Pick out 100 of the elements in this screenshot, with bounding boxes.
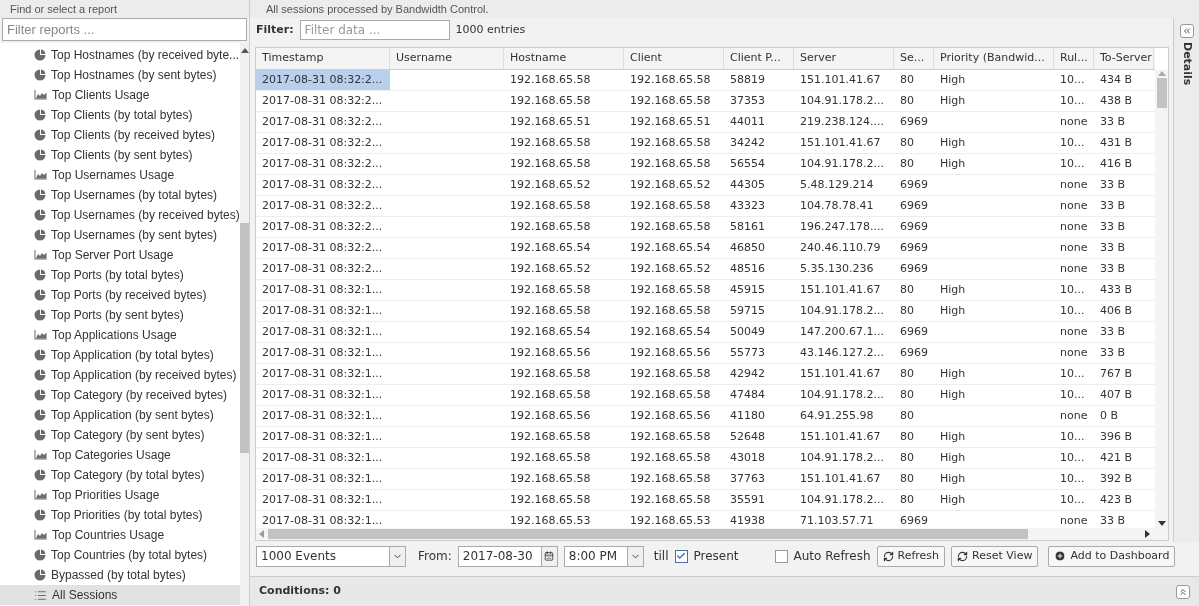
checkbox[interactable] — [674, 549, 688, 563]
column-header[interactable]: Se... — [894, 48, 934, 69]
table-cell-text: 192.168.65.56 — [509, 344, 592, 361]
scrollbar-thumb[interactable] — [1156, 78, 1167, 108]
table-cell-text: High — [939, 71, 967, 88]
column-header[interactable]: Rul... — [1054, 48, 1094, 69]
table-cell-text: 34242 — [729, 134, 766, 151]
report-item[interactable]: Top Countries (by total bytes) — [0, 545, 240, 565]
report-item[interactable]: Top Hostnames (by received byte... — [0, 45, 240, 65]
table-cell-text: 219.238.124.... — [799, 113, 885, 130]
report-item[interactable]: Top Usernames Usage — [0, 165, 240, 185]
scrollbar-thumb[interactable] — [239, 223, 249, 453]
table-cell-text: High — [939, 281, 967, 298]
report-item[interactable]: Top Category (by total bytes) — [0, 465, 240, 485]
filter-data-field[interactable]: Filter data ... — [299, 20, 450, 40]
table-cell-text: 192.168.65.58 — [629, 302, 712, 319]
table-cell-text: High — [939, 92, 967, 109]
table-cell-text: 42942 — [729, 365, 766, 382]
table-cell-text: 0 B — [1099, 407, 1120, 424]
column-header[interactable]: To-Server — [1094, 48, 1154, 69]
table-cell-text: High — [939, 470, 967, 487]
report-item[interactable]: Top Clients Usage — [0, 85, 240, 105]
scrollbar[interactable] — [239, 43, 249, 606]
table-cell-text: 240.46.110.79 — [799, 239, 882, 256]
table-cell-text: 192.168.65.54 — [629, 323, 712, 340]
table-cell-text: 2017-08-31 08:32:2... — [261, 176, 384, 193]
table-cell-text: 10... — [1059, 491, 1086, 508]
scrollbar-thumb[interactable] — [268, 529, 1028, 539]
report-item[interactable]: Top Hostnames (by sent bytes) — [0, 65, 240, 85]
table-cell-text: 33 B — [1099, 344, 1127, 361]
pie-chart-icon — [34, 569, 46, 581]
column-header[interactable]: Hostname — [504, 48, 624, 69]
table-cell-text: 423 B — [1099, 491, 1134, 508]
table-cell-text: 2017-08-31 08:32:1... — [261, 512, 384, 528]
report-item[interactable]: Top Usernames (by sent bytes) — [0, 225, 240, 245]
table-cell-text: 80 — [899, 155, 915, 172]
table-cell-text: 10... — [1059, 365, 1086, 382]
report-item[interactable]: Bypassed (by total bytes) — [0, 565, 240, 585]
report-item[interactable]: Top Clients (by sent bytes) — [0, 145, 240, 165]
report-item[interactable]: Top Countries Usage — [0, 525, 240, 545]
column-header[interactable]: Timestamp — [256, 48, 390, 69]
report-item[interactable]: Top Category (by received bytes) — [0, 385, 240, 405]
report-item[interactable]: Top Clients (by received bytes) — [0, 125, 240, 145]
report-item[interactable]: Top Priorities Usage — [0, 485, 240, 505]
table-cell-text: 6969 — [899, 344, 929, 361]
area-chart-icon — [34, 170, 47, 180]
filter-reports-field[interactable]: Filter reports ... — [2, 18, 247, 41]
report-item[interactable]: Top Application (by total bytes) — [0, 345, 240, 365]
table-cell-text: 33 B — [1099, 323, 1127, 340]
table-cell-text: 2017-08-31 08:32:2... — [261, 197, 384, 214]
table-cell-text: 192.168.65.58 — [629, 491, 712, 508]
report-item[interactable]: Top Application (by sent bytes) — [0, 405, 240, 425]
toolbar-button[interactable]: Refresh — [876, 545, 946, 567]
column-header[interactable]: Client P... — [724, 48, 794, 69]
scrollbar[interactable] — [256, 528, 1168, 540]
table-cell-text: 80 — [899, 134, 915, 151]
column-header[interactable]: Priority (Bandwid... — [934, 48, 1054, 69]
table-cell-text: 151.101.41.67 — [799, 281, 882, 298]
events-dropdown[interactable]: 1000 Events — [256, 545, 406, 567]
report-item[interactable]: Top Usernames (by total bytes) — [0, 185, 240, 205]
report-item[interactable]: All Sessions — [0, 585, 240, 605]
report-item[interactable]: Top Ports (by received bytes) — [0, 285, 240, 305]
table-cell-text: 2017-08-31 08:32:2... — [261, 134, 384, 151]
expand-button[interactable] — [1176, 584, 1190, 599]
table-cell-text: 192.168.65.58 — [509, 386, 592, 403]
report-item[interactable]: Top Server Port Usage — [0, 245, 240, 265]
report-item[interactable]: Top Categories Usage — [0, 445, 240, 465]
scrollbar[interactable] — [1155, 70, 1168, 528]
report-item[interactable]: Top Applications Usage — [0, 325, 240, 345]
table-cell-text: High — [939, 134, 967, 151]
collapse-button[interactable] — [1179, 24, 1194, 38]
toolbar-button[interactable]: Add to Dashboard — [1048, 545, 1176, 567]
table-cell-text: 6969 — [899, 113, 929, 130]
table-cell-text: 151.101.41.67 — [799, 71, 882, 88]
date-field[interactable]: 2017-08-30 — [457, 545, 558, 567]
table-cell-text: 192.168.65.58 — [509, 155, 592, 172]
report-item[interactable]: Top Application (by received bytes) — [0, 365, 240, 385]
scroll-arrow-icon[interactable] — [240, 47, 249, 55]
report-item[interactable]: Top Ports (by sent bytes) — [0, 305, 240, 325]
report-item[interactable]: Top Ports (by total bytes) — [0, 265, 240, 285]
details-panel-tab[interactable]: Details — [1173, 18, 1199, 542]
column-header[interactable]: Client — [624, 48, 724, 69]
report-item[interactable]: Top Usernames (by received bytes) — [0, 205, 240, 225]
table-cell-text: 192.168.65.52 — [629, 260, 712, 277]
checkbox[interactable] — [774, 549, 788, 563]
table-cell-text: 421 B — [1099, 449, 1134, 466]
table-cell-text: 192.168.65.58 — [629, 218, 712, 235]
double-chevron-icon — [1178, 586, 1188, 597]
table-cell-text: 192.168.65.56 — [629, 344, 712, 361]
report-item[interactable]: Top Priorities (by total bytes) — [0, 505, 240, 525]
column-header[interactable]: Server — [794, 48, 894, 69]
report-item[interactable]: Top Clients (by total bytes) — [0, 105, 240, 125]
pie-chart-icon — [34, 49, 46, 61]
table-cell-text: 192.168.65.51 — [509, 113, 592, 130]
report-item[interactable]: Top Category (by sent bytes) — [0, 425, 240, 445]
column-header[interactable]: Username — [390, 48, 504, 69]
table-cell-text: 192.168.65.56 — [629, 407, 712, 424]
table-cell-text: 47484 — [729, 386, 766, 403]
time-dropdown[interactable]: 8:00 PM — [563, 545, 644, 567]
toolbar-button[interactable]: Reset View — [951, 545, 1039, 567]
